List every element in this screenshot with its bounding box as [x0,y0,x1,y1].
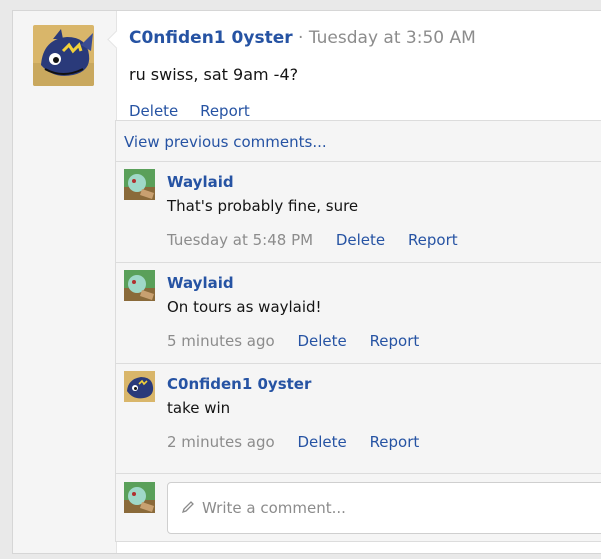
comment-timestamp[interactable]: Tuesday at 5:48 PM [167,231,313,249]
post-delete-link[interactable]: Delete [129,102,178,120]
comment-delete-link[interactable]: Delete [336,231,385,249]
comment-meta: 2 minutes ago Delete Report [167,433,437,451]
comment-text: On tours as waylaid! [167,298,322,316]
post-timestamp[interactable]: Tuesday at 3:50 AM [309,28,476,48]
avatar[interactable] [124,270,155,301]
comment-report-link[interactable]: Report [408,231,458,249]
comment-report-link[interactable]: Report [370,332,420,350]
comment-input-box[interactable] [167,482,601,534]
comment-meta: 5 minutes ago Delete Report [167,332,437,350]
comment-item: Waylaid On tours as waylaid! 5 minutes a… [116,262,601,364]
header-separator: · [298,28,304,48]
comment-timestamp[interactable]: 2 minutes ago [167,433,275,451]
comment-author-link[interactable]: C0nfiden1 0yster [167,375,311,393]
comment-timestamp[interactable]: 5 minutes ago [167,332,275,350]
post-message: ru swiss, sat 9am -4? [129,65,299,84]
pencil-icon [181,499,195,518]
comment-text: take win [167,399,231,417]
speech-notch [107,30,126,49]
comment-meta: Tuesday at 5:48 PM Delete Report [167,231,476,249]
avatar[interactable] [33,25,94,86]
comment-report-link[interactable]: Report [370,433,420,451]
post-actions: Delete Report [129,102,267,120]
comment-author-link[interactable]: Waylaid [167,173,234,191]
comment-item: C0nfiden1 0yster take win 2 minutes ago … [116,363,601,465]
comment-delete-link[interactable]: Delete [297,433,346,451]
comment-author-link[interactable]: Waylaid [167,274,234,292]
post-report-link[interactable]: Report [200,102,250,120]
avatar [124,482,155,513]
view-previous-comments-link[interactable]: View previous comments... [124,133,327,151]
reply-row [116,473,601,542]
comment-text: That's probably fine, sure [167,197,359,215]
comment-list: View previous comments... Waylaid That's… [115,120,601,542]
avatar[interactable] [124,169,155,200]
comment-delete-link[interactable]: Delete [297,332,346,350]
comment-input[interactable] [200,495,594,521]
comment-item: Waylaid That's probably fine, sure Tuesd… [116,161,601,263]
post-header: C0nfiden1 0yster · Tuesday at 3:50 AM [129,28,476,48]
avatar[interactable] [124,371,155,402]
post-avatar-column [13,11,126,553]
post-author-link[interactable]: C0nfiden1 0yster [129,28,293,48]
